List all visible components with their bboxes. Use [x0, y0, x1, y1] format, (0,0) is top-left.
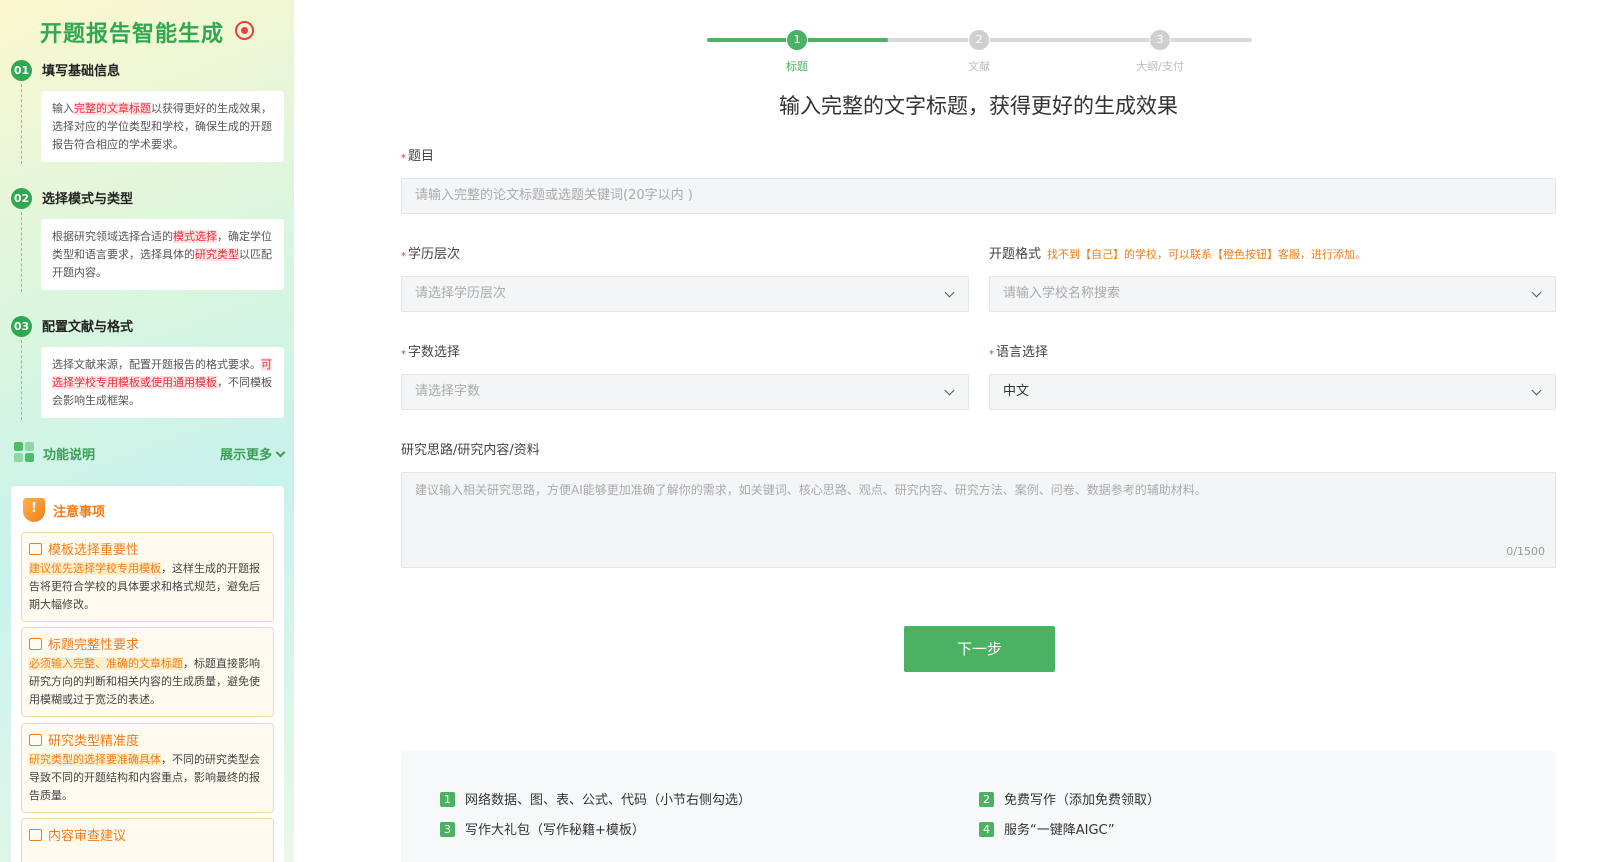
step-description-card: 根据研究领域选择合适的模式选择，确定学位类型和语言要求，选择具体的研究类型以匹配… [41, 219, 284, 290]
research-placeholder: 建议输入相关研究思路，方便AI能够更加准确了解你的需求，如关键词、核心思路、观点… [415, 483, 1207, 497]
grid-apps-icon [14, 442, 35, 463]
language-label: * 语言选择 [989, 345, 1049, 360]
bonus-number-badge: 2 [979, 792, 994, 807]
highlight-text: 研究类型的选择要准确具体 [29, 753, 161, 766]
format-label: 开题格式 找不到【自己】的学校，可以联系【橙色按钮】客服，进行添加。 [989, 247, 1367, 262]
bonus-panel: 1 网络数据、图、表、公式、代码（小节右侧勾选） 2 免费写作（添加免费领取） 3写… [401, 751, 1556, 862]
chevron-down-icon [1531, 385, 1542, 396]
step-title: 配置文献与格式 [42, 320, 134, 335]
research-textarea[interactable]: 建议输入相关研究思路，方便AI能够更加准确了解你的需求，如关键词、核心思路、观点… [401, 472, 1556, 568]
warning-shield-icon [23, 498, 45, 522]
research-label: 研究思路/研究内容/资料 [401, 443, 540, 458]
step-number-badge: 02 [11, 188, 32, 209]
title-input[interactable]: 请输入完整的论文标题或选题关键词(20字以内 ) [401, 178, 1556, 214]
note-card: 研究类型精准度 研究类型的选择要准确具体，不同的研究类型会导致不同的开题结构和内… [21, 723, 274, 813]
notes-panel: 注意事项 模板选择重要性 建议优先选择学校专用模板，这样生成的开题报告将更符合学… [11, 486, 284, 862]
step-number-badge: 03 [11, 316, 32, 337]
note-card: 内容审查建议 [21, 818, 274, 862]
degree-select[interactable]: 请选择学历层次 [401, 276, 969, 312]
progress-step-dot: 3 [1149, 29, 1171, 51]
highlight-text: 必须输入完整、准确的文章标题 [29, 657, 183, 670]
required-mark: * [989, 349, 994, 360]
step-title: 填写基础信息 [42, 64, 121, 79]
function-description-row: 功能说明 展示更多 [14, 440, 286, 464]
document-icon [29, 638, 42, 650]
play-video-icon[interactable] [235, 21, 254, 40]
title-label: * 题目 [401, 149, 435, 164]
school-search-select[interactable]: 请输入学校名称搜索 [989, 276, 1556, 312]
note-card: 模板选择重要性 建议优先选择学校专用模板，这样生成的开题报告将更符合学校的具体要… [21, 532, 274, 622]
step-title: 选择模式与类型 [42, 192, 134, 207]
note-card: 标题完整性要求 必须输入完整、准确的文章标题，标题直接影响研究方向的判断和相关内… [21, 627, 274, 717]
bonus-item: 4 服务“一键降AIGC” [979, 819, 1115, 838]
step-connector [21, 84, 22, 164]
book-icon [29, 543, 42, 555]
chevron-down-icon [944, 287, 955, 298]
progress-step-label: 文献 [968, 60, 990, 73]
language-select[interactable]: 中文 [989, 374, 1556, 410]
sidebar: 开题报告智能生成 01 填写基础信息 输入完整的文章标题以获得更好的生成效果，选… [0, 0, 294, 862]
show-more-button[interactable]: 展示更多 [220, 444, 286, 463]
review-icon [29, 829, 42, 841]
progress-step-label: 标题 [786, 60, 808, 73]
bonus-item: 2 免费写作（添加免费领取） [979, 789, 1160, 808]
step-description-card: 输入完整的文章标题以获得更好的生成效果，选择对应的学位类型和学校，确保生成的开题… [41, 91, 284, 162]
chevron-down-icon [275, 447, 286, 458]
bonus-number-badge: 3 [440, 822, 455, 837]
progress-step-dot: 2 [968, 29, 990, 51]
step-connector [21, 212, 22, 292]
required-mark: * [401, 251, 406, 262]
bonus-number-badge: 4 [979, 822, 994, 837]
step-number-badge: 01 [11, 60, 32, 81]
highlight-text: 研究类型 [195, 248, 239, 261]
character-counter: 0/1500 [1506, 545, 1545, 558]
graduation-cap-icon [29, 734, 42, 746]
required-mark: * [401, 349, 406, 360]
note-title: 标题完整性要求 [48, 638, 140, 653]
required-mark: * [401, 153, 406, 164]
page: 开题报告智能生成 01 填写基础信息 输入完整的文章标题以获得更好的生成效果，选… [0, 0, 1606, 862]
step-connector [21, 340, 22, 420]
format-tip: 找不到【自己】的学校，可以联系【橙色按钮】客服，进行添加。 [1047, 248, 1367, 261]
bonus-number-badge: 1 [440, 792, 455, 807]
highlight-text: 建议优先选择学校专用模板 [29, 562, 161, 575]
step-description-card: 选择文献来源，配置开题报告的格式要求。可选择学校专用模板或使用通用模板，不同模板… [41, 347, 284, 418]
note-title: 研究类型精准度 [48, 734, 140, 749]
progress-step-label: 大纲/支付 [1136, 60, 1184, 73]
bonus-item: 3 写作大礼包（写作秘籍+模板） [440, 819, 645, 838]
highlight-text: 模式选择 [173, 230, 217, 243]
note-title: 模板选择重要性 [48, 543, 140, 558]
word-count-select[interactable]: 请选择字数 [401, 374, 969, 410]
highlight-text: 完整的文章标题 [74, 102, 151, 115]
chevron-down-icon [1531, 287, 1542, 298]
next-step-button[interactable]: 下一步 [904, 626, 1055, 672]
bonus-item: 1 网络数据、图、表、公式、代码（小节右侧勾选） [440, 789, 751, 808]
function-description-label: 功能说明 [43, 448, 96, 463]
page-headline: 输入完整的文字标题，获得更好的生成效果 [779, 94, 1178, 118]
note-title: 内容审查建议 [48, 829, 127, 844]
notes-title: 注意事项 [53, 505, 106, 520]
word-count-label: * 字数选择 [401, 345, 461, 360]
sidebar-title: 开题报告智能生成 [40, 22, 225, 47]
progress-step-dot: 1 [786, 29, 808, 51]
chevron-down-icon [944, 385, 955, 396]
degree-label: * 学历层次 [401, 247, 461, 262]
